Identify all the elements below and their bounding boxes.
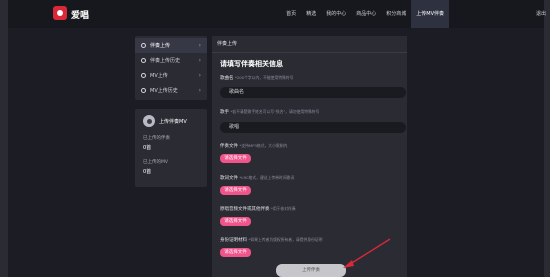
submit-upload-button[interactable]: 上传伴奏 (276, 264, 346, 277)
nav-menu: 首页 精选 我的中心 商品中心 积分商城 上传MV伴奏 退出 (281, 0, 546, 28)
circle-icon (141, 88, 146, 93)
original-file-label: 原唱音频文件或其他伴奏 *用于核对伴奏 (220, 206, 296, 212)
sidebar-item-label: MV上传 (150, 73, 168, 79)
avatar (143, 115, 155, 127)
song-name-note: *200个字以内，不能使用特殊符号 (234, 75, 294, 80)
choose-accompaniment-file-button[interactable]: 请选择文件 (220, 154, 251, 163)
nav-item-points-mall[interactable]: 积分商城 (381, 0, 411, 28)
nav-item-upload-mv[interactable]: 上传MV伴奏 (411, 0, 449, 28)
sidebar-item-mv-history[interactable]: MV上传历史 › (135, 83, 207, 98)
song-name-label-text: 歌曲名 (220, 76, 234, 81)
singer-label: 歌手 *若不清楚歌手姓名可以写"佚名"，请勿使用特殊符号 (220, 109, 319, 115)
sidebar-item-label: 伴奏上传历史 (150, 58, 181, 64)
sidebar-item-accompaniment-history[interactable]: 伴奏上传历史 › (135, 53, 207, 68)
song-name-label: 歌曲名 *200个字以内，不能使用特殊符号 (220, 75, 293, 81)
logo-mark (57, 10, 63, 16)
singer-label-text: 歌手 (220, 110, 229, 115)
sidebar-item-mv-upload[interactable]: MV上传 › (135, 68, 207, 83)
chevron-right-icon: › (198, 42, 201, 49)
stats-title: 上传伴奏MV (159, 118, 187, 125)
sidebar: 伴奏上传 › 伴奏上传历史 › MV上传 › MV上传历史 › 上传伴奏MV 已… (135, 36, 207, 187)
identity-file-note: *如果上传者为版权所有者，请提供身份证明 (248, 237, 323, 242)
form-title: 请填写伴奏相关信息 (220, 60, 283, 68)
identity-file-label: 身份证明材料 *如果上传者为版权所有者，请提供身份证明 (220, 237, 322, 243)
stats-label-mvs: 已上传的MV (143, 160, 168, 165)
stats-value-accompaniments: 0首 (143, 145, 152, 151)
stats-header: 上传伴奏MV (143, 115, 199, 127)
identity-file-label-text: 身份证明材料 (220, 238, 247, 243)
original-file-label-text: 原唱音频文件或其他伴奏 (220, 207, 270, 212)
circle-icon (141, 73, 146, 78)
accompaniment-file-note: *支持MP3格式，大小限制内 (239, 143, 288, 148)
singer-note: *若不清楚歌手姓名可以写"佚名"，请勿使用特殊符号 (230, 109, 320, 114)
nav-item-featured[interactable]: 精选 (301, 0, 321, 28)
choose-original-file-button[interactable]: 请选择文件 (220, 217, 251, 226)
accompaniment-file-label: 伴奏文件 *支持MP3格式，大小限制内 (220, 143, 287, 149)
original-file-note: *用于核对伴奏 (270, 206, 296, 211)
stats-label-accompaniments: 已上传的伴奏 (143, 136, 170, 141)
upload-stats-card: 上传伴奏MV 已上传的伴奏 0首 已上传的MV 0首 (135, 109, 207, 187)
circle-icon (141, 43, 146, 48)
sidebar-item-label: MV上传历史 (150, 88, 178, 94)
nav-item-home[interactable]: 首页 (281, 0, 301, 28)
sidebar-item-label: 伴奏上传 (150, 43, 171, 49)
lyrics-file-note: *LRC格式，建议上传带时间歌词 (239, 175, 295, 180)
singer-input[interactable]: 歌唱 (220, 122, 406, 133)
lyrics-file-label: 歌词文件 *LRC格式，建议上传带时间歌词 (220, 175, 294, 181)
nav-item-my-center[interactable]: 我的中心 (321, 0, 351, 28)
chevron-right-icon: › (198, 87, 201, 94)
sidebar-item-accompaniment-upload[interactable]: 伴奏上传 › (135, 38, 207, 53)
right-scrollbar-track[interactable] (544, 0, 550, 277)
circle-icon (141, 58, 146, 63)
song-name-input[interactable]: 歌曲名 (220, 87, 406, 98)
avatar-face (146, 118, 152, 124)
choose-identity-file-button[interactable]: 请选择文件 (220, 248, 251, 257)
left-gutter (0, 0, 8, 277)
nav-item-products[interactable]: 商品中心 (351, 0, 381, 28)
choose-lyrics-file-button[interactable]: 请选择文件 (220, 186, 251, 195)
chevron-right-icon: › (198, 72, 201, 79)
panel-header: 伴奏上传 (212, 36, 407, 53)
brand-name[interactable]: 爱唱 (71, 8, 89, 21)
sidebar-menu: 伴奏上传 › 伴奏上传历史 › MV上传 › MV上传历史 › (135, 36, 207, 100)
lyrics-file-label-text: 歌词文件 (220, 176, 238, 181)
brand-logo-icon[interactable] (53, 6, 67, 20)
stats-value-mvs: 0首 (143, 169, 152, 175)
chevron-right-icon: › (198, 57, 201, 64)
nav-item-logout[interactable]: 退出 (531, 0, 550, 28)
annotation-arrow-icon (343, 238, 391, 268)
accompaniment-file-label-text: 伴奏文件 (220, 144, 238, 149)
